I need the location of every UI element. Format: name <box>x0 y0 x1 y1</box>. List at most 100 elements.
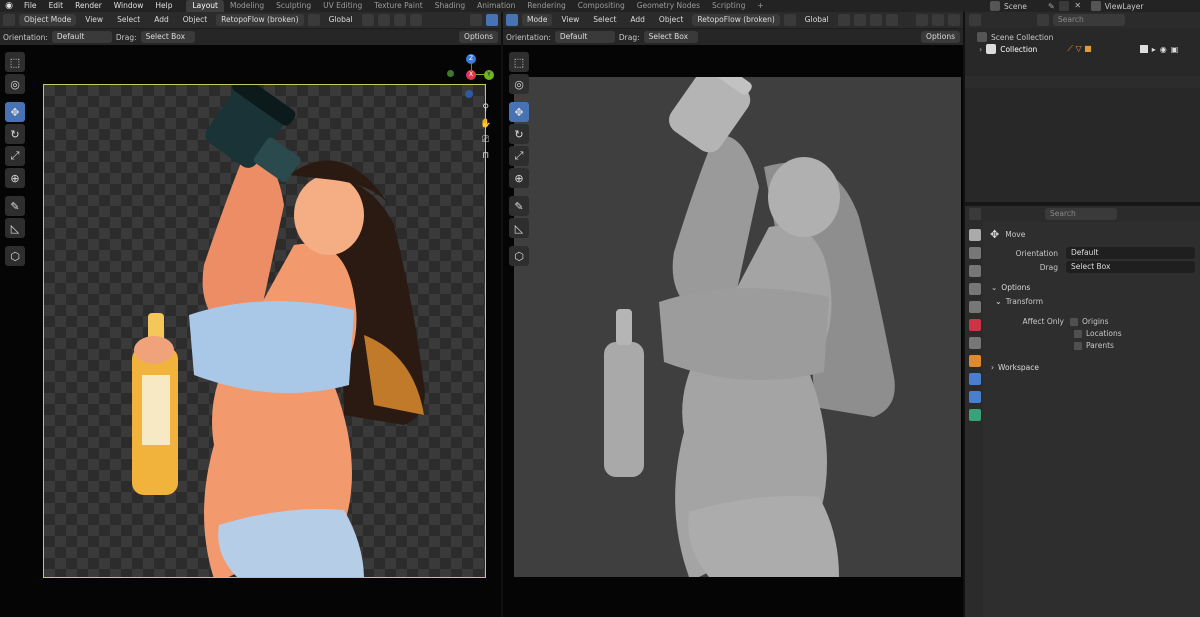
gizmo-z-icon[interactable]: Z <box>466 54 476 64</box>
tab-shading[interactable]: Shading <box>429 0 471 12</box>
move-tool[interactable]: ✥ <box>5 102 25 122</box>
menu-select[interactable]: Select <box>588 14 621 26</box>
transform-tool[interactable]: ⊕ <box>5 168 25 188</box>
pan-hand-icon[interactable]: ✋ <box>480 119 491 129</box>
proportional-edit-icon[interactable] <box>869 14 882 26</box>
locations-checkbox[interactable] <box>1074 329 1082 338</box>
physics-tab-icon[interactable] <box>969 391 981 403</box>
add-cube-tool[interactable]: ⬡ <box>509 246 529 266</box>
drag-dropdown[interactable]: Select Box <box>643 31 698 43</box>
reference-image-plane[interactable] <box>43 84 486 578</box>
menu-file[interactable]: File <box>18 0 43 12</box>
tab-rendering[interactable]: Rendering <box>521 0 571 12</box>
zoom-icon[interactable]: ⚲ <box>482 103 489 113</box>
tab-sculpting[interactable]: Sculpting <box>270 0 317 12</box>
left-viewport[interactable]: ⬚ ◎ ✥ ↻ ⤢ ⊕ ✎ ◺ ⬡ Z Y X ⚲ ✋ ⎚ ⊓ <box>0 45 501 617</box>
render-region[interactable] <box>514 77 961 577</box>
menu-add[interactable]: Add <box>625 14 650 26</box>
outliner-search[interactable]: Search <box>1053 14 1125 26</box>
annotate-tool[interactable]: ✎ <box>509 196 529 216</box>
right-viewport[interactable]: ⬚ ◎ ✥ ↻ ⤢ ⊕ ✎ ◺ ⬡ <box>503 45 963 617</box>
menu-select[interactable]: Select <box>112 14 145 26</box>
filter-icon[interactable] <box>1037 14 1049 26</box>
orientation-dropdown[interactable]: Default <box>1066 247 1195 259</box>
tab-animation[interactable]: Animation <box>471 0 521 12</box>
collection-tab-icon[interactable] <box>969 337 981 349</box>
transform-tool[interactable]: ⊕ <box>509 168 529 188</box>
options-panel-header[interactable]: ⌄ Options <box>987 280 1195 294</box>
pivot-icon[interactable] <box>361 14 374 26</box>
new-scene-icon[interactable] <box>1058 1 1069 11</box>
tab-texture-paint[interactable]: Texture Paint <box>368 0 428 12</box>
camera-icon[interactable]: ▣ <box>1171 45 1179 54</box>
origins-checkbox[interactable] <box>1070 317 1078 326</box>
scale-tool[interactable]: ⤢ <box>509 146 529 166</box>
menu-help[interactable]: Help <box>149 0 178 12</box>
snap-icon[interactable] <box>853 14 866 26</box>
cursor-tool[interactable]: ◎ <box>509 74 529 94</box>
measure-tool[interactable]: ◺ <box>509 218 529 238</box>
view-layer-name[interactable]: ViewLayer <box>1105 2 1144 11</box>
modifier-tab-icon[interactable] <box>969 373 981 385</box>
scene-name[interactable]: Scene <box>1004 2 1044 11</box>
tool-tab-icon[interactable] <box>969 229 981 241</box>
view-layer-icon[interactable] <box>1090 1 1101 11</box>
retopoflow-menu[interactable]: RetopoFlow (broken) <box>216 14 304 26</box>
tab-uv-editing[interactable]: UV Editing <box>317 0 368 12</box>
eye-icon[interactable]: ◉ <box>1160 45 1167 54</box>
gizmo-y-icon[interactable]: Y <box>484 70 494 80</box>
gizmo-x-icon[interactable]: X <box>466 70 476 80</box>
annotate-tool[interactable]: ✎ <box>5 196 25 216</box>
gizmo-toggle-icon[interactable] <box>932 14 944 26</box>
options-dropdown[interactable]: Options <box>921 31 960 43</box>
navigation-gizmo[interactable]: Z Y X <box>447 50 497 100</box>
measure-tool[interactable]: ◺ <box>5 218 25 238</box>
blender-logo-icon[interactable]: ◉ <box>0 1 18 11</box>
visibility-icon[interactable] <box>916 14 928 26</box>
menu-render[interactable]: Render <box>69 0 108 12</box>
menu-view[interactable]: View <box>80 14 108 26</box>
checkbox-icon[interactable] <box>1139 45 1148 53</box>
transform-orientation-icon[interactable] <box>307 14 320 26</box>
rotate-tool[interactable]: ↻ <box>509 124 529 144</box>
collection-label[interactable]: Collection <box>1000 45 1037 54</box>
pivot-icon[interactable] <box>837 14 850 26</box>
menu-view[interactable]: View <box>556 14 584 26</box>
visibility-icon[interactable] <box>470 14 482 26</box>
world-tab-icon[interactable] <box>969 319 981 331</box>
shading-icon[interactable] <box>948 14 960 26</box>
menu-window[interactable]: Window <box>108 0 150 12</box>
view-layer-tab-icon[interactable] <box>969 283 981 295</box>
proportional-edit-icon[interactable] <box>393 14 406 26</box>
tab-geometry-nodes[interactable]: Geometry Nodes <box>631 0 706 12</box>
object-tab-icon[interactable] <box>969 355 981 367</box>
collection-row[interactable]: › Collection ⟋ ▽ ■ ▸ ◉ ▣ <box>965 43 1200 55</box>
pin-icon[interactable]: ✎ <box>1048 2 1055 11</box>
scene-collection-label[interactable]: Scene Collection <box>991 33 1053 42</box>
mode-dropdown[interactable]: Object Mode <box>19 14 77 26</box>
drag-dropdown[interactable]: Select Box <box>1066 261 1195 273</box>
editor-type-icon[interactable] <box>506 14 518 26</box>
editor-type-icon[interactable] <box>3 14 15 26</box>
transform-orientation-icon[interactable] <box>783 14 796 26</box>
camera-icon[interactable]: ⎚ <box>482 135 489 145</box>
move-tool[interactable]: ✥ <box>509 102 529 122</box>
gizmo-toggle-icon[interactable] <box>486 14 498 26</box>
select-box-tool[interactable]: ⬚ <box>5 52 25 72</box>
scene-icon[interactable] <box>990 1 1000 11</box>
workspace-panel-header[interactable]: › Workspace <box>987 360 1195 374</box>
tab-layout[interactable]: Layout <box>186 0 224 12</box>
properties-editor-icon[interactable] <box>969 208 981 220</box>
rotate-tool[interactable]: ↻ <box>5 124 25 144</box>
parents-checkbox[interactable] <box>1074 341 1082 350</box>
menu-object[interactable]: Object <box>654 14 688 26</box>
constraint-tab-icon[interactable] <box>969 409 981 421</box>
output-tab-icon[interactable] <box>969 265 981 277</box>
transform-orientation-dropdown[interactable]: Global <box>324 14 358 26</box>
add-cube-tool[interactable]: ⬡ <box>5 246 25 266</box>
lock-icon[interactable]: ⊓ <box>482 151 489 161</box>
transform-orientation-dropdown[interactable]: Global <box>800 14 834 26</box>
add-workspace-button[interactable]: + <box>751 0 769 12</box>
select-box-tool[interactable]: ⬚ <box>509 52 529 72</box>
outliner-editor-icon[interactable] <box>969 14 981 26</box>
